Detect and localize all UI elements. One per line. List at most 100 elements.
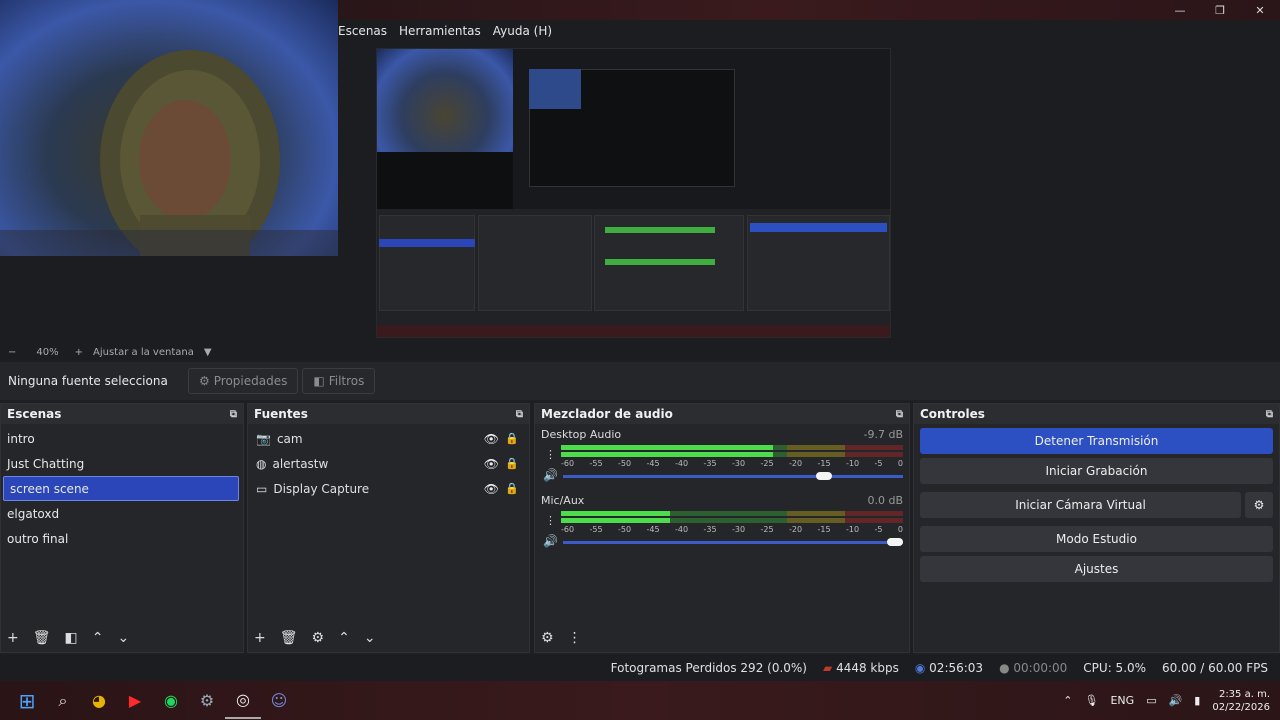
move-up-icon[interactable]: ⌃	[338, 630, 350, 646]
eye-icon[interactable]: 👁	[484, 482, 499, 496]
properties-label: Propiedades	[213, 374, 288, 388]
add-icon[interactable]: +	[254, 630, 266, 646]
eye-icon[interactable]: 👁	[484, 432, 499, 446]
mixer-track: Desktop Audio -9.7 dB ⋮ -60 -55 -50 -45 -40-…	[535, 424, 909, 490]
source-item[interactable]: 📷 cam 👁 🔒	[248, 426, 529, 451]
speaker-icon[interactable]: 🔊	[1169, 694, 1183, 707]
restore-button[interactable]: ❐	[1200, 0, 1240, 20]
discord-icon[interactable]: ☺	[261, 683, 297, 719]
zoom-in-button[interactable]: +	[75, 347, 83, 358]
volume-slider-knob[interactable]	[815, 472, 832, 480]
track-db: -9.7 dB	[863, 428, 904, 441]
scenes-title: Escenas	[7, 407, 62, 421]
scene-item[interactable]: intro	[1, 426, 243, 451]
meter-level	[561, 511, 671, 516]
gear-icon[interactable]: ⚙	[312, 630, 325, 646]
preview-nested-obs	[513, 49, 890, 209]
advanced-audio-icon[interactable]: ⚙	[541, 630, 554, 646]
source-item[interactable]: ▭ Display Capture 👁 🔒	[248, 476, 529, 501]
controls-title: Controles	[920, 407, 985, 421]
trash-icon[interactable]: 🗑	[33, 630, 51, 646]
audio-mixer-dock: Mezclador de audio ⧉ Desktop Audio -9.7 …	[534, 403, 910, 653]
microphone-icon[interactable]: 🎙	[1085, 694, 1099, 707]
menu-herramientas[interactable]: Herramientas	[399, 24, 481, 38]
meter-tick: -40	[675, 525, 689, 534]
obs-icon[interactable]: ◎	[225, 683, 261, 719]
fit-window-label[interactable]: Ajustar a la ventana	[93, 347, 194, 358]
menu-ayuda[interactable]: Ayuda (H)	[493, 24, 552, 38]
language-indicator[interactable]: ENG	[1110, 694, 1134, 707]
windows-start-icon[interactable]: ⊞	[9, 683, 45, 719]
studio-mode-button[interactable]: Modo Estudio	[920, 526, 1273, 552]
preview-docks	[377, 209, 890, 325]
bitrate: ▰ 4448 kbps	[823, 661, 899, 675]
track-name: Desktop Audio	[541, 428, 622, 441]
volume-slider[interactable]	[563, 472, 903, 480]
undock-icon[interactable]: ⧉	[516, 409, 523, 420]
clock-time: 2:35 a. m.	[1218, 688, 1270, 700]
scene-item[interactable]: Just Chatting	[1, 451, 243, 476]
move-down-icon[interactable]: ⌄	[117, 630, 129, 646]
filter-icon[interactable]: ◧	[65, 630, 78, 646]
stop-streaming-button[interactable]: Detener Transmisión	[920, 428, 1273, 454]
speaker-icon[interactable]: 🔊	[543, 534, 558, 548]
move-down-icon[interactable]: ⌄	[364, 630, 376, 646]
lock-icon[interactable]: 🔒	[505, 482, 519, 495]
zoom-out-button[interactable]: −	[8, 347, 16, 358]
volume-slider[interactable]	[563, 538, 903, 546]
scene-item[interactable]: outro final	[1, 526, 243, 551]
system-tray: ⌃ 🎙 ENG ▭ 🔊 ▮ 2:35 a. m. 02/22/2026	[1063, 681, 1270, 720]
search-icon[interactable]: ⌕	[45, 683, 81, 719]
properties-button[interactable]: ⚙ Propiedades	[188, 368, 299, 394]
meter-tick: -25	[760, 459, 774, 468]
more-options-icon[interactable]: ⋮	[568, 630, 582, 646]
lock-icon[interactable]: 🔒	[505, 432, 519, 445]
record-time-value: 00:00:00	[1013, 661, 1068, 675]
youtube-icon[interactable]: ▶	[117, 683, 153, 719]
chevron-down-icon[interactable]: ▼	[204, 347, 212, 358]
cpu-usage: CPU: 5.0%	[1083, 661, 1147, 675]
chrome-icon[interactable]: ◕	[81, 683, 117, 719]
move-up-icon[interactable]: ⌃	[92, 630, 104, 646]
broadcast-icon: ◉	[914, 661, 926, 675]
display-icon[interactable]: ▭	[1146, 694, 1156, 707]
eye-icon[interactable]: 👁	[484, 457, 499, 471]
meter-level	[561, 518, 671, 523]
steam-icon[interactable]: ⚙	[189, 683, 225, 719]
gear-icon[interactable]: ⚙	[1245, 492, 1273, 518]
meter-tick: -35	[703, 459, 717, 468]
meter-tick: -30	[732, 525, 746, 534]
source-item[interactable]: ◍ alertastw 👁 🔒	[248, 451, 529, 476]
filter-icon: ◧	[313, 374, 325, 388]
lock-icon[interactable]: 🔒	[505, 457, 519, 470]
meter-tick: -15	[817, 459, 831, 468]
more-options-icon[interactable]: ⋮	[545, 514, 556, 527]
preview-canvas[interactable]	[376, 48, 891, 338]
undock-icon[interactable]: ⧉	[1266, 409, 1273, 420]
battery-icon[interactable]: ▮	[1194, 694, 1200, 707]
record-icon: ●	[999, 661, 1010, 675]
scene-item-selected[interactable]: screen scene	[3, 476, 239, 501]
minimize-button[interactable]: —	[1160, 0, 1200, 20]
track-db: 0.0 dB	[867, 494, 903, 507]
speaker-icon[interactable]: 🔊	[543, 468, 558, 482]
sources-title: Fuentes	[254, 407, 308, 421]
filters-button[interactable]: ◧ Filtros	[302, 368, 376, 394]
chevron-up-icon[interactable]: ⌃	[1063, 694, 1072, 707]
more-options-icon[interactable]: ⋮	[545, 448, 556, 461]
zoom-bar: − 40% + Ajustar a la ventana ▼	[0, 344, 1280, 360]
volume-slider-knob[interactable]	[887, 538, 903, 546]
start-recording-button[interactable]: Iniciar Grabación	[920, 458, 1273, 484]
undock-icon[interactable]: ⧉	[896, 409, 903, 420]
trash-icon[interactable]: 🗑	[280, 630, 298, 646]
start-virtual-camera-button[interactable]: Iniciar Cámara Virtual	[920, 492, 1241, 518]
menu-escenas[interactable]: Escenas	[338, 24, 387, 38]
scene-item[interactable]: elgatoxd	[1, 501, 243, 526]
settings-button[interactable]: Ajustes	[920, 556, 1273, 582]
no-source-selected-label: Ninguna fuente selecciona	[8, 374, 168, 388]
undock-icon[interactable]: ⧉	[230, 409, 237, 420]
add-icon[interactable]: +	[7, 630, 19, 646]
spotify-icon[interactable]: ◉	[153, 683, 189, 719]
close-button[interactable]: ✕	[1240, 0, 1280, 20]
clock[interactable]: 2:35 a. m. 02/22/2026	[1212, 688, 1270, 714]
